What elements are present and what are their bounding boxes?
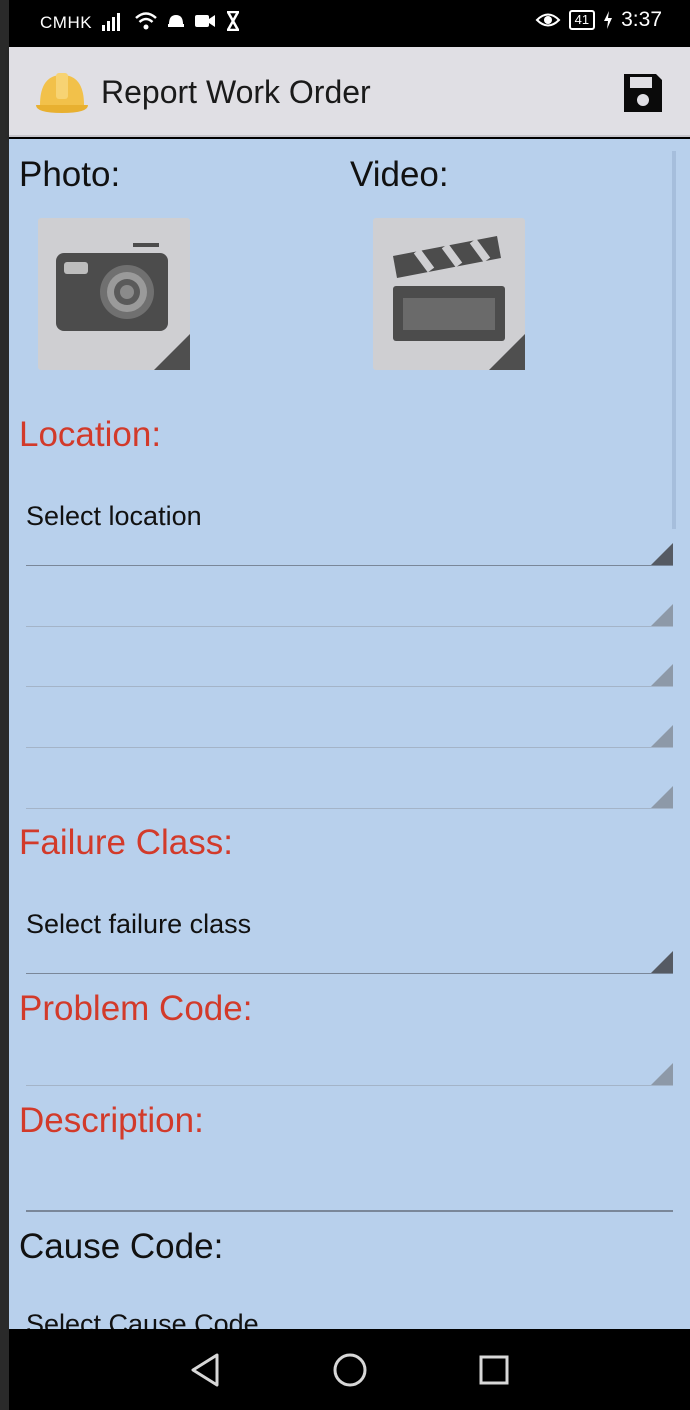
charging-icon <box>604 11 613 29</box>
dropdown-arrow-icon <box>651 951 673 973</box>
home-icon[interactable] <box>331 1351 369 1389</box>
battery-level: 41 <box>568 10 596 30</box>
corner-indicator <box>154 334 190 370</box>
eye-comfort-icon <box>535 13 561 27</box>
signal-icon <box>102 13 120 31</box>
clock: 3:37 <box>621 8 662 31</box>
video-button[interactable] <box>373 218 525 370</box>
location-sublevel-select-4[interactable] <box>26 779 673 809</box>
dropdown-arrow-icon <box>651 604 673 626</box>
dropdown-arrow-icon <box>651 664 673 686</box>
video-camera-icon <box>195 15 215 27</box>
location-label: Location: <box>19 415 162 454</box>
location-sublevel-select-1[interactable] <box>26 597 673 627</box>
location-select-value: Select location <box>26 501 202 531</box>
device-frame-edge <box>0 0 9 1410</box>
scrollbar[interactable] <box>672 151 676 529</box>
app-notification-icon <box>168 15 184 27</box>
save-button[interactable] <box>622 72 664 114</box>
dropdown-arrow-icon <box>651 786 673 808</box>
cause-code-select-value[interactable]: Select Cause Code <box>26 1309 259 1329</box>
dropdown-arrow-icon <box>651 543 673 565</box>
problem-code-select[interactable] <box>26 1051 673 1086</box>
hourglass-icon <box>226 11 240 31</box>
problem-code-label: Problem Code: <box>19 989 253 1028</box>
dropdown-arrow-icon <box>651 1063 673 1085</box>
failure-class-select-value: Select failure class <box>26 909 252 939</box>
status-bar: CMHK 41 3:37 <box>9 0 690 47</box>
video-label: Video: <box>350 155 449 194</box>
page-title: Report Work Order <box>101 74 371 110</box>
failure-class-select[interactable]: Select failure class <box>26 899 673 974</box>
location-select[interactable]: Select location <box>26 491 673 566</box>
navigation-bar <box>9 1329 690 1410</box>
photo-button[interactable] <box>38 218 190 370</box>
failure-class-label: Failure Class: <box>19 823 233 862</box>
photo-label: Photo: <box>19 155 121 194</box>
location-sublevel-select-2[interactable] <box>26 657 673 687</box>
description-label: Description: <box>19 1101 204 1140</box>
hard-hat-icon <box>36 73 88 113</box>
description-input[interactable] <box>26 1169 673 1212</box>
report-form[interactable]: Photo: Video: Location: Select location <box>9 139 690 1329</box>
cause-code-label: Cause Code: <box>19 1227 224 1266</box>
app-bar: Report Work Order <box>9 47 690 137</box>
corner-indicator <box>489 334 525 370</box>
back-icon[interactable] <box>187 1351 225 1389</box>
wifi-icon <box>135 12 157 30</box>
recent-apps-icon[interactable] <box>475 1351 513 1389</box>
location-sublevel-select-3[interactable] <box>26 718 673 748</box>
dropdown-arrow-icon <box>651 725 673 747</box>
carrier-label: CMHK <box>40 13 93 32</box>
